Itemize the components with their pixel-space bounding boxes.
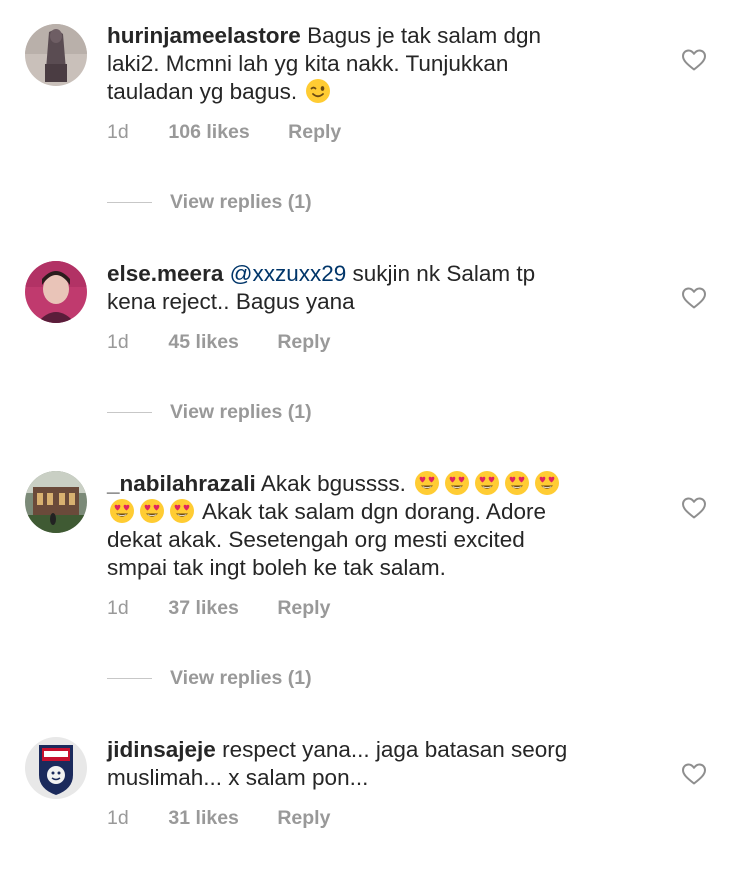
- comment-meta: 1d 45 likes Reply: [107, 331, 330, 354]
- heart-eyes-emoji-icon: [169, 498, 195, 524]
- comment-line: respect yana... jaga batasan seorg: [222, 737, 568, 762]
- divider-line: [107, 201, 152, 203]
- heart-icon[interactable]: [681, 496, 707, 520]
- timestamp: 1d: [107, 121, 129, 143]
- username[interactable]: hurinjameelastore: [107, 23, 301, 48]
- username[interactable]: jidinsajeje: [107, 737, 216, 762]
- view-replies-label: View replies (1): [170, 400, 312, 423]
- comment-line: smpai tak ingt boleh ke tak salam.: [107, 555, 446, 580]
- heart-eyes-emoji-icon: [504, 470, 530, 496]
- reply-button[interactable]: Reply: [277, 807, 330, 830]
- comment-text: hurinjameelastore Bagus je tak salam dgn…: [107, 22, 627, 106]
- heart-eyes-emoji-icon: [534, 470, 560, 496]
- comment-line: Akak bgussss.: [260, 471, 406, 496]
- avatar[interactable]: [25, 471, 87, 533]
- view-replies-button[interactable]: View replies (1): [107, 400, 312, 424]
- likes-count[interactable]: 45 likes: [168, 331, 238, 354]
- username[interactable]: else.meera: [107, 261, 223, 286]
- heart-eyes-emoji-icon: [474, 470, 500, 496]
- heart-icon[interactable]: [681, 48, 707, 72]
- view-replies-button[interactable]: View replies (1): [107, 666, 312, 690]
- comment-line: Bagus je tak salam dgn: [307, 23, 541, 48]
- reply-button[interactable]: Reply: [288, 121, 341, 144]
- comment-meta: 1d 106 likes Reply: [107, 121, 341, 144]
- view-replies-label: View replies (1): [170, 190, 312, 213]
- likes-count[interactable]: 37 likes: [168, 597, 238, 620]
- username[interactable]: _nabilahrazali: [107, 471, 256, 496]
- winking-face-emoji-icon: [305, 78, 331, 104]
- timestamp: 1d: [107, 807, 129, 829]
- likes-count[interactable]: 31 likes: [168, 807, 238, 830]
- comment-meta: 1d 37 likes Reply: [107, 597, 330, 620]
- heart-eyes-emoji-icon: [414, 470, 440, 496]
- comment-line: laki2. Mcmni lah yg kita nakk. Tunjukkan: [107, 51, 509, 76]
- comment-meta: 1d 31 likes Reply: [107, 807, 330, 830]
- comment-line: dekat akak. Sesetengah org mesti excited: [107, 527, 525, 552]
- comment-text: else.meera @xxzuxx29 sukjin nk Salam tp …: [107, 260, 627, 316]
- avatar[interactable]: [25, 24, 87, 86]
- view-replies-button[interactable]: View replies (1): [107, 190, 312, 214]
- comment-line: muslimah... x salam pon...: [107, 765, 369, 790]
- comment-text: _nabilahrazali Akak bgussss. Akak tak sa…: [107, 470, 627, 582]
- user-mention-link[interactable]: @xxzuxx29: [230, 261, 347, 286]
- heart-eyes-emoji-icon: [109, 498, 135, 524]
- reply-button[interactable]: Reply: [277, 597, 330, 620]
- view-replies-label: View replies (1): [170, 666, 312, 689]
- heart-icon[interactable]: [681, 286, 707, 310]
- comment-line: Akak tak salam dgn dorang. Adore: [202, 499, 546, 524]
- heart-eyes-emoji-icon: [444, 470, 470, 496]
- heart-icon[interactable]: [681, 762, 707, 786]
- likes-count[interactable]: 106 likes: [168, 121, 249, 144]
- comment-line: kena reject.. Bagus yana: [107, 289, 355, 314]
- comment-line: sukjin nk Salam tp: [352, 261, 536, 286]
- timestamp: 1d: [107, 331, 129, 353]
- heart-eyes-emoji-icon: [139, 498, 165, 524]
- comment-text: jidinsajeje respect yana... jaga batasan…: [107, 736, 627, 792]
- divider-line: [107, 677, 152, 679]
- divider-line: [107, 411, 152, 413]
- avatar[interactable]: [25, 261, 87, 323]
- comment-line: tauladan yg bagus.: [107, 79, 298, 104]
- reply-button[interactable]: Reply: [277, 331, 330, 354]
- timestamp: 1d: [107, 597, 129, 619]
- avatar[interactable]: [25, 737, 87, 799]
